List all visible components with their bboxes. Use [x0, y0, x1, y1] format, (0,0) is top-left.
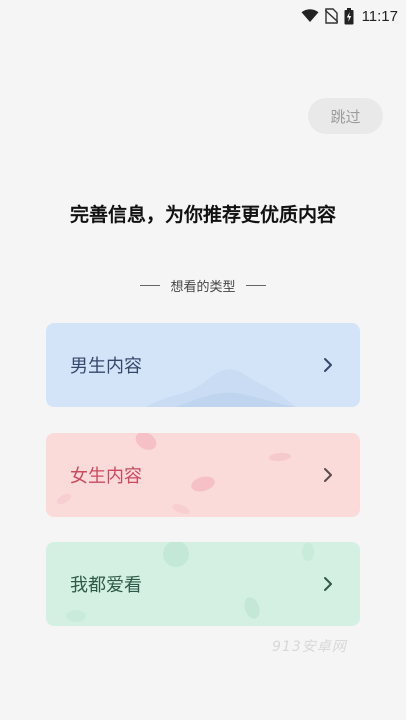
option-label: 男生内容: [70, 356, 142, 377]
option-label: 女生内容: [70, 466, 142, 487]
no-sim-icon: [324, 8, 338, 24]
wifi-icon: [301, 9, 319, 23]
chevron-right-icon: [324, 577, 332, 591]
option-both-content[interactable]: 我都爱看: [46, 542, 360, 626]
status-bar: 11:17: [0, 0, 406, 32]
option-male-content[interactable]: 男生内容: [46, 323, 360, 407]
battery-charging-icon: [344, 7, 354, 25]
status-icons: 11:17: [301, 6, 398, 26]
left-divider: [140, 285, 161, 286]
chevron-right-icon: [324, 358, 332, 372]
watermark: 913安卓网: [272, 639, 347, 655]
mountain-decoration: [146, 369, 296, 407]
skip-button[interactable]: 跳过: [308, 98, 383, 134]
section-label: 想看的类型: [0, 276, 406, 295]
option-female-content[interactable]: 女生内容: [46, 433, 360, 517]
option-label: 我都爱看: [70, 575, 142, 596]
chevron-right-icon: [324, 468, 332, 482]
section-label-text: 想看的类型: [170, 280, 236, 295]
page-title: 完善信息，为你推荐更优质内容: [69, 204, 336, 226]
status-time: 11:17: [361, 7, 398, 25]
right-divider: [245, 285, 266, 286]
